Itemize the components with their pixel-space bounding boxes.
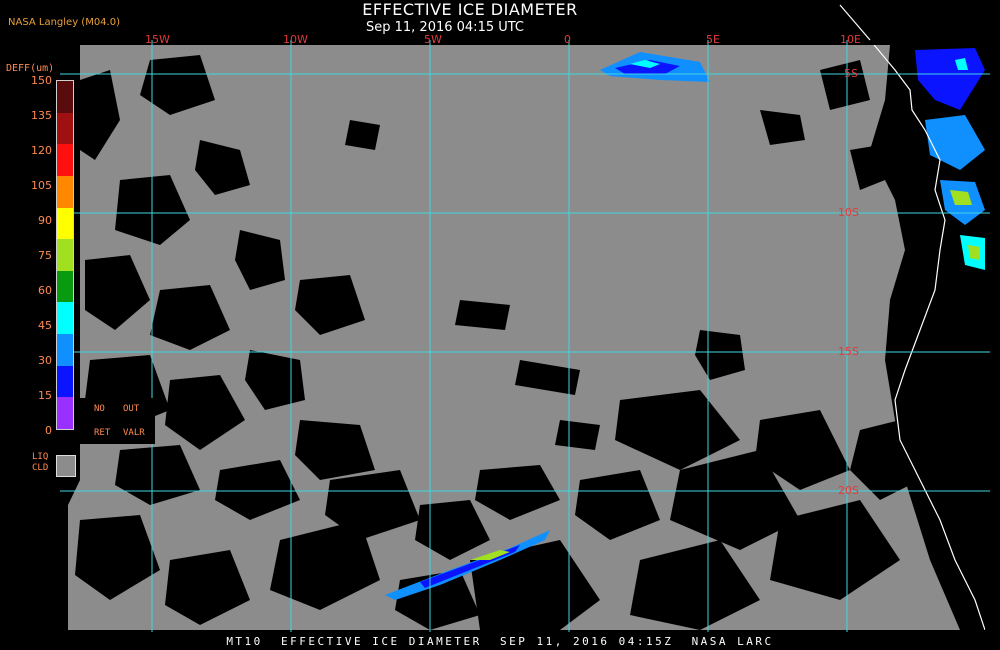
lon-label-5e: 5E	[706, 33, 720, 46]
color-scale-step	[57, 397, 73, 430]
color-scale-step	[57, 334, 73, 366]
lat-label-5s: 5S	[844, 67, 858, 80]
legend-tick: 30	[38, 354, 52, 367]
image-timestamp: Sep 11, 2016 04:15 UTC	[365, 20, 525, 35]
lon-label-5w: 5W	[424, 33, 442, 46]
lat-label-20s: 20S	[838, 484, 859, 497]
color-scale-step	[57, 270, 73, 303]
out-of-range-label: OUT	[123, 404, 140, 414]
out-of-range-label: VALR	[123, 428, 145, 438]
color-scale-step	[57, 144, 73, 176]
lon-label-0: 0	[564, 33, 571, 46]
color-scale-bar	[56, 80, 74, 430]
liquid-cloud-legend-label: LIQ CLD	[32, 452, 48, 474]
legend-tick: 15	[38, 389, 52, 402]
footer-caption: MT10 EFFECTIVE ICE DIAMETER SEP 11, 2016…	[226, 635, 774, 648]
color-scale-step	[57, 207, 73, 240]
no-retrieval-label: RET	[94, 428, 111, 438]
legend-tick: 150	[31, 74, 52, 87]
legend-tick: 60	[38, 284, 52, 297]
color-scale-step	[57, 112, 73, 145]
legend-tick: 120	[31, 144, 52, 157]
liquid-cloud-label-line: CLD	[32, 463, 49, 473]
lon-label-10e: 10E	[840, 33, 861, 46]
liquid-cloud-swatch	[56, 455, 76, 477]
map-canvas	[60, 4, 990, 632]
legend-tick: 0	[45, 424, 52, 437]
liquid-cloud-label-line: LIQ	[32, 452, 49, 462]
legend-tick: 45	[38, 319, 52, 332]
no-retrieval-legend: NO OUT RET VALR	[79, 398, 155, 444]
color-scale-step	[57, 81, 73, 113]
legend-title: DEFF(um)	[6, 63, 55, 74]
legend-tick: 75	[38, 249, 52, 262]
lat-label-15s: 15S	[838, 345, 859, 358]
image-title: EFFECTIVE ICE DIAMETER	[362, 0, 578, 19]
legend-tick: 135	[31, 109, 52, 122]
color-scale-step	[57, 175, 73, 208]
lon-label-10w: 10W	[283, 33, 308, 46]
color-scale-step	[57, 302, 73, 335]
color-scale-step	[57, 365, 73, 398]
no-retrieval-label: NO	[94, 404, 105, 414]
lat-label-10s: 10S	[838, 206, 859, 219]
brand-label: NASA Langley (M04.0)	[8, 17, 120, 28]
legend-tick: 90	[38, 214, 52, 227]
lon-label-15w: 15W	[145, 33, 170, 46]
legend-tick: 105	[31, 179, 52, 192]
satellite-image-view: NASA Langley (M04.0) EFFECTIVE ICE DIAME…	[0, 0, 1000, 650]
color-scale-step	[57, 239, 73, 271]
